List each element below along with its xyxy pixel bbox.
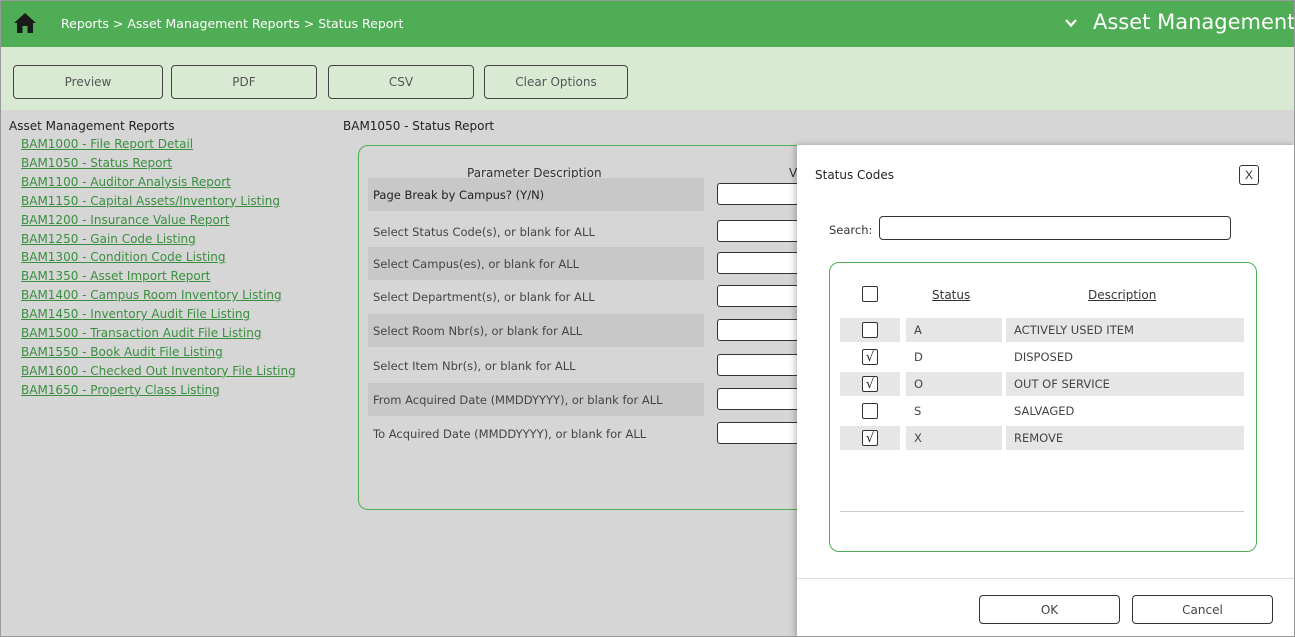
status-codes-dialog: Status Codes X Search: Status Descriptio… xyxy=(797,145,1294,636)
nav-link-report[interactable]: BAM1150 - Capital Assets/Inventory Listi… xyxy=(21,192,296,211)
chevron-down-icon[interactable] xyxy=(1063,15,1079,31)
nav-link-report[interactable]: BAM1100 - Auditor Analysis Report xyxy=(21,173,296,192)
status-code-cell: S xyxy=(906,399,1002,423)
status-row-checkbox[interactable]: √ xyxy=(862,376,878,392)
report-nav-list: BAM1000 - File Report Detail BAM1050 - St… xyxy=(21,135,296,400)
nav-link-report[interactable]: BAM1050 - Status Report xyxy=(21,154,296,173)
nav-link-report[interactable]: BAM1600 - Checked Out Inventory File Lis… xyxy=(21,362,296,381)
search-input[interactable] xyxy=(879,216,1231,240)
status-description-cell: ACTIVELY USED ITEM xyxy=(1006,318,1244,342)
status-row-checkbox[interactable]: √ xyxy=(862,430,878,446)
status-column-header[interactable]: Status xyxy=(932,288,970,302)
cancel-button[interactable]: Cancel xyxy=(1132,595,1273,624)
dialog-footer-divider xyxy=(797,578,1294,579)
parameter-label: Select Room Nbr(s), or blank for ALL xyxy=(368,314,704,347)
nav-link-report[interactable]: BAM1400 - Campus Room Inventory Listing xyxy=(21,286,296,305)
description-column-header[interactable]: Description xyxy=(1088,288,1156,302)
select-all-checkbox[interactable] xyxy=(862,286,878,302)
parameter-label: Select Status Code(s), or blank for ALL xyxy=(373,224,595,239)
status-description-cell: DISPOSED xyxy=(1006,345,1244,369)
preview-button[interactable]: Preview xyxy=(13,65,163,99)
list-divider xyxy=(840,511,1244,512)
checkmark-icon: √ xyxy=(865,430,875,446)
status-row-checkbox[interactable]: √ xyxy=(862,349,878,365)
nav-link-report[interactable]: BAM1450 - Inventory Audit File Listing xyxy=(21,305,296,324)
close-button[interactable]: X xyxy=(1239,165,1259,185)
parameter-label: Select Item Nbr(s), or blank for ALL xyxy=(373,358,576,373)
dialog-title: Status Codes xyxy=(815,168,895,182)
status-code-cell: O xyxy=(906,372,1002,396)
toolbar: Preview PDF CSV Clear Options xyxy=(1,47,1294,110)
module-title[interactable]: Asset Management xyxy=(1093,10,1294,34)
nav-link-report[interactable]: BAM1200 - Insurance Value Report xyxy=(21,211,296,230)
page-title: BAM1050 - Status Report xyxy=(343,119,495,133)
status-row-checkbox[interactable] xyxy=(862,403,878,419)
status-code-cell: X xyxy=(906,426,1002,450)
checkmark-icon: √ xyxy=(865,376,875,392)
parameter-label: To Acquired Date (MMDDYYYY), or blank fo… xyxy=(373,426,647,441)
nav-link-report[interactable]: BAM1300 - Condition Code Listing xyxy=(21,248,296,267)
pdf-button[interactable]: PDF xyxy=(171,65,317,99)
checkmark-icon: √ xyxy=(865,349,875,365)
nav-link-report[interactable]: BAM1250 - Gain Code Listing xyxy=(21,230,296,249)
status-code-cell: A xyxy=(906,318,1002,342)
status-description-cell: SALVAGED xyxy=(1006,399,1244,423)
nav-link-report[interactable]: BAM1650 - Property Class Listing xyxy=(21,381,296,400)
ok-button[interactable]: OK xyxy=(979,595,1120,624)
csv-button[interactable]: CSV xyxy=(328,65,474,99)
search-label: Search: xyxy=(829,223,873,237)
status-code-cell: D xyxy=(906,345,1002,369)
status-description-cell: REMOVE xyxy=(1006,426,1244,450)
home-icon[interactable] xyxy=(13,12,37,34)
parameter-label: Select Campus(es), or blank for ALL xyxy=(368,247,704,280)
status-list-panel: Status Description A ACTIVELY USED ITEM √ D… xyxy=(829,262,1257,552)
nav-link-report[interactable]: BAM1350 - Asset Import Report xyxy=(21,267,296,286)
app-frame: Reports > Asset Management Reports > Sta… xyxy=(0,0,1295,637)
top-bar: Reports > Asset Management Reports > Sta… xyxy=(1,1,1294,47)
nav-link-report[interactable]: BAM1550 - Book Audit File Listing xyxy=(21,343,296,362)
parameter-label: Select Department(s), or blank for ALL xyxy=(373,289,595,304)
status-description-cell: OUT OF SERVICE xyxy=(1006,372,1244,396)
clear-options-button[interactable]: Clear Options xyxy=(484,65,628,99)
parameter-label: From Acquired Date (MMDDYYYY), or blank … xyxy=(368,383,704,416)
nav-link-report[interactable]: BAM1000 - File Report Detail xyxy=(21,135,296,154)
nav-heading: Asset Management Reports xyxy=(9,119,175,133)
status-row-checkbox[interactable] xyxy=(862,322,878,338)
breadcrumb[interactable]: Reports > Asset Management Reports > Sta… xyxy=(61,16,403,31)
value-header: V xyxy=(789,166,798,180)
parameter-label: Page Break by Campus? (Y/N) xyxy=(368,178,704,211)
nav-link-report[interactable]: BAM1500 - Transaction Audit File Listing xyxy=(21,324,296,343)
